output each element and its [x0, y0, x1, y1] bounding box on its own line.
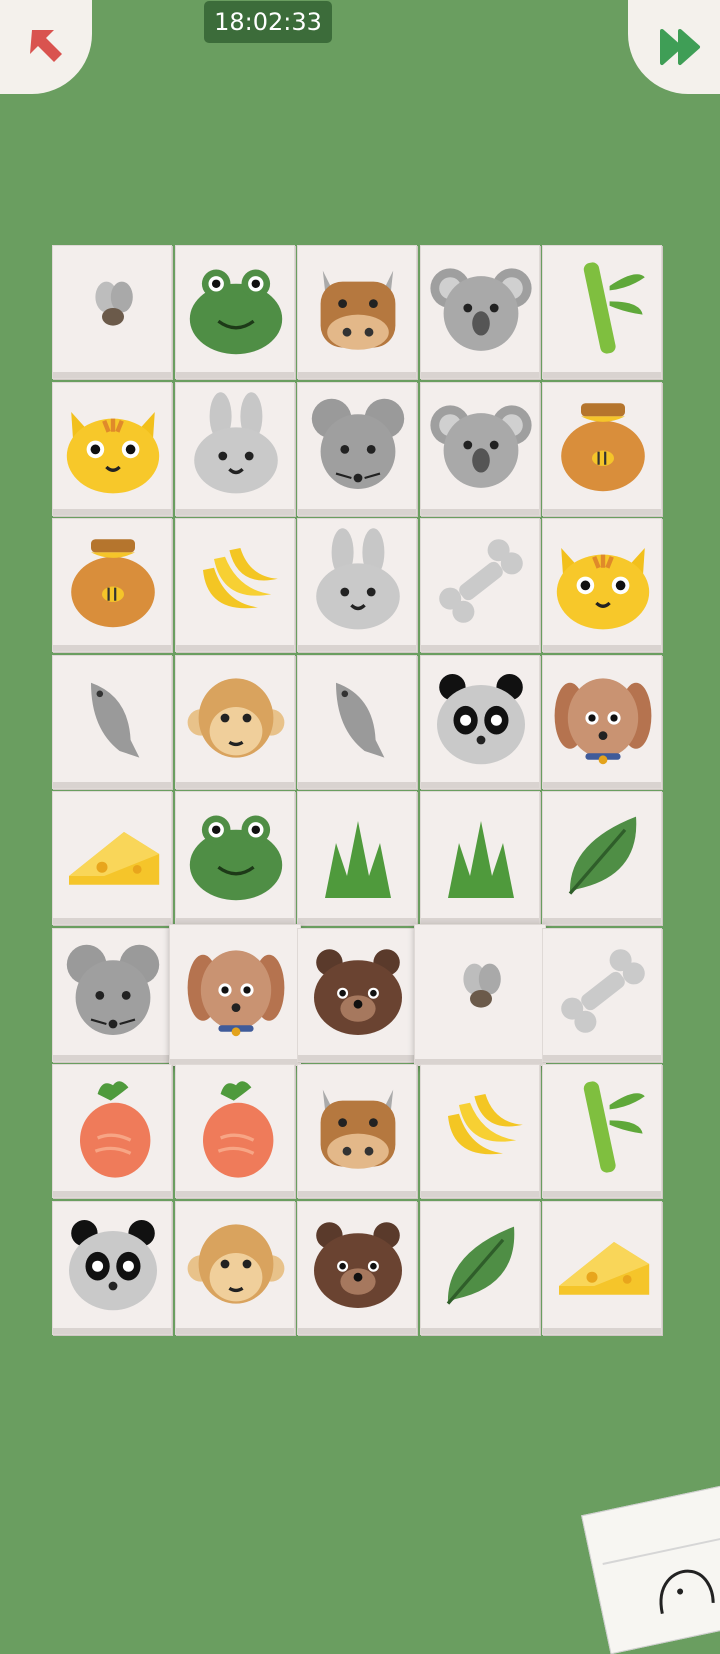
back-button[interactable]: [0, 0, 92, 94]
fast-forward-icon: [660, 29, 700, 65]
tile-cheese[interactable]: [52, 791, 172, 925]
honey-pot-icon: [71, 539, 155, 628]
tile-banana[interactable]: [174, 518, 295, 652]
leaf-icon: [446, 1226, 514, 1305]
bear-icon: [314, 1221, 402, 1308]
carrot-icon: [80, 1081, 151, 1178]
frog-icon: [189, 269, 282, 355]
tile-bear[interactable]: [297, 927, 417, 1062]
dog-icon: [187, 949, 284, 1036]
tile-board: [51, 244, 669, 1356]
fly-icon: [95, 281, 133, 326]
tile-bear[interactable]: [297, 1200, 417, 1335]
tile-mouse[interactable]: [52, 927, 172, 1062]
tile-bone[interactable]: [542, 927, 662, 1062]
mouse-icon: [66, 944, 160, 1035]
tile-dog[interactable]: [542, 654, 662, 789]
mouse-icon: [311, 398, 405, 489]
tile-cow[interactable]: [297, 1064, 417, 1198]
dog-sketch-icon: [659, 1569, 715, 1615]
banana-icon: [202, 548, 278, 609]
rabbit-icon: [316, 528, 400, 630]
tile-panda[interactable]: [419, 654, 540, 789]
tile-bamboo[interactable]: [542, 1064, 662, 1198]
frog-icon: [189, 815, 282, 901]
tile-grass[interactable]: [297, 791, 417, 925]
tile-frog[interactable]: [174, 791, 295, 925]
time-display: 18:02:33: [204, 1, 332, 43]
fish-icon: [336, 682, 385, 758]
tile-rabbit[interactable]: [174, 381, 295, 516]
tile-frog[interactable]: [174, 245, 295, 379]
grass-icon: [325, 821, 391, 898]
tile-bone[interactable]: [419, 518, 540, 652]
tile-cat[interactable]: [542, 518, 662, 652]
tile-koala[interactable]: [419, 381, 540, 516]
rabbit-icon: [193, 391, 278, 493]
carrot-icon: [202, 1081, 273, 1178]
koala-icon: [429, 268, 532, 351]
monkey-icon: [187, 1223, 284, 1304]
panda-icon: [436, 673, 525, 764]
tile-honey-pot[interactable]: [542, 381, 662, 516]
tile-panda[interactable]: [52, 1200, 172, 1335]
tile-cat[interactable]: [52, 381, 172, 516]
fly-icon: [462, 963, 501, 1008]
fish-icon: [91, 682, 140, 758]
tile-rabbit[interactable]: [297, 518, 417, 652]
arrow-up-left-icon: [30, 30, 62, 62]
bear-icon: [314, 948, 402, 1035]
tile-monkey[interactable]: [174, 1200, 295, 1335]
tile-leaf[interactable]: [542, 791, 662, 925]
monkey-icon: [187, 677, 284, 758]
cat-icon: [66, 411, 160, 493]
paper-note: [581, 1479, 720, 1654]
tile-koala[interactable]: [419, 245, 540, 379]
bamboo-icon: [583, 262, 645, 354]
cat-icon: [556, 548, 650, 630]
tile-fish[interactable]: [52, 654, 172, 789]
skip-button[interactable]: [628, 0, 720, 94]
tile-grass[interactable]: [419, 791, 540, 925]
tile-fish[interactable]: [297, 654, 417, 789]
tile-banana[interactable]: [419, 1064, 540, 1198]
honey-pot-icon: [561, 402, 645, 491]
tile-cow[interactable]: [297, 245, 417, 379]
tile-dog[interactable]: [168, 923, 301, 1066]
cheese-icon: [559, 1241, 650, 1295]
panda-icon: [69, 1219, 157, 1310]
cow-icon: [320, 270, 396, 350]
tile-honey-pot[interactable]: [52, 518, 172, 652]
bone-icon: [561, 948, 645, 1033]
bone-icon: [438, 539, 523, 623]
tile-cheese[interactable]: [542, 1200, 662, 1335]
tile-fly[interactable]: [52, 245, 172, 379]
leaf-icon: [568, 816, 637, 895]
bamboo-icon: [583, 1081, 645, 1173]
cheese-icon: [69, 832, 160, 885]
tile-mouse[interactable]: [297, 381, 417, 516]
tile-bamboo[interactable]: [542, 245, 662, 379]
grass-icon: [447, 821, 514, 898]
dog-icon: [554, 677, 652, 764]
tile-carrot[interactable]: [174, 1064, 295, 1198]
tile-leaf[interactable]: [419, 1200, 540, 1335]
tile-monkey[interactable]: [174, 654, 295, 789]
tile-carrot[interactable]: [52, 1064, 172, 1198]
koala-icon: [429, 404, 532, 488]
banana-icon: [447, 1094, 523, 1155]
cow-icon: [320, 1089, 396, 1169]
tile-fly[interactable]: [413, 923, 546, 1066]
